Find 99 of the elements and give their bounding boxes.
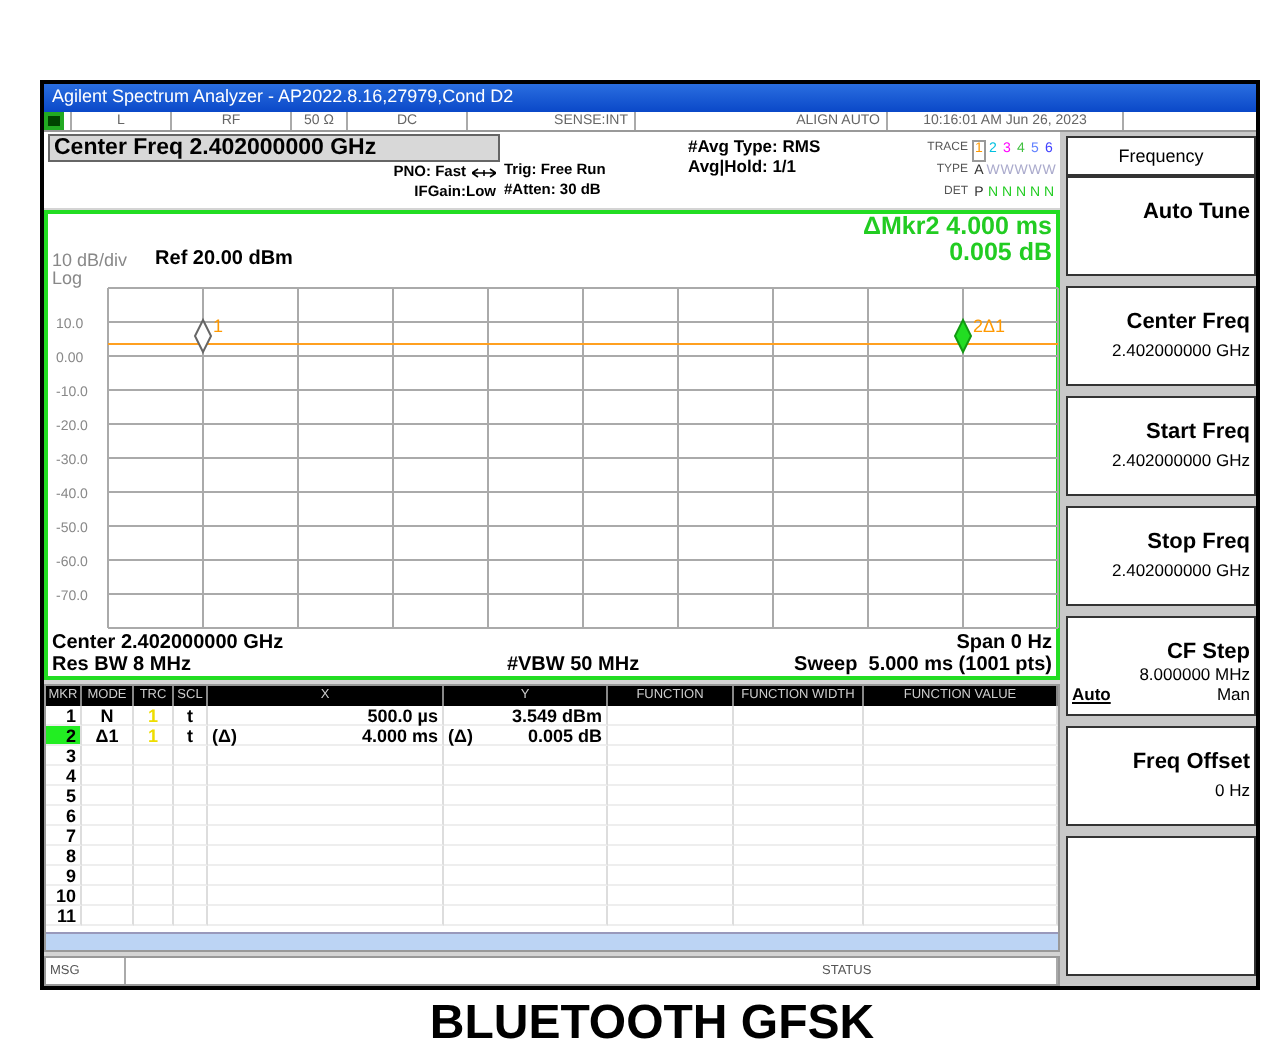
softkey[interactable] xyxy=(1066,836,1256,976)
table-cell xyxy=(734,845,864,866)
table-cell xyxy=(608,705,734,726)
avg-type-setting: #Avg Type: RMS xyxy=(688,136,821,156)
window-title: Agilent Spectrum Analyzer - AP2022.8.16,27979,Cond D2 xyxy=(44,84,1256,112)
table-cell xyxy=(734,785,864,806)
table-cell xyxy=(174,885,208,906)
marker-number[interactable]: 4 xyxy=(46,765,82,786)
table-cell xyxy=(608,825,734,846)
table-cell xyxy=(134,885,174,906)
table-cell xyxy=(608,885,734,906)
table-cell xyxy=(134,785,174,806)
rbw-label: Res BW 8 MHz xyxy=(52,653,193,676)
marker-label: 2Δ1 xyxy=(973,315,1006,336)
table-cell xyxy=(82,905,134,926)
table-cell xyxy=(174,785,208,806)
softkey[interactable]: Center Freq 2.402000000 GHz xyxy=(1066,286,1256,386)
table-cell xyxy=(608,785,734,806)
table-cell xyxy=(134,765,174,786)
table-cell xyxy=(608,745,734,766)
marker-diamond-icon xyxy=(193,317,213,354)
table-cell xyxy=(134,905,174,926)
arrows-icon xyxy=(472,167,496,177)
caption: BLUETOOTH GFSK xyxy=(427,996,877,1052)
marker-number[interactable]: 2 xyxy=(46,725,82,746)
marker-number[interactable]: 7 xyxy=(46,825,82,846)
table-cell xyxy=(608,845,734,866)
table-cell: Δ1 xyxy=(82,725,134,746)
span-label: Span 0 Hz xyxy=(956,631,1052,654)
table-cell xyxy=(82,765,134,786)
table-cell xyxy=(134,745,174,766)
table-cell xyxy=(608,805,734,826)
scale-label: 10 dB/div xyxy=(52,251,128,270)
table-cell xyxy=(608,725,734,746)
table-cell: 1 xyxy=(134,725,174,746)
log-label: Log xyxy=(52,269,85,288)
table-cell xyxy=(82,745,134,766)
softkey[interactable]: Start Freq 2.402000000 GHz xyxy=(1066,396,1256,496)
marker-number[interactable]: 3 xyxy=(46,745,82,766)
table-cell: 3.549 dBm xyxy=(444,705,608,726)
table-cell xyxy=(734,745,864,766)
marker-number[interactable]: 6 xyxy=(46,805,82,826)
table-cell xyxy=(82,845,134,866)
marker-number[interactable]: 10 xyxy=(46,885,82,906)
table-cell xyxy=(174,805,208,826)
marker-readout: 0.005 dB xyxy=(949,239,1052,266)
table-cell xyxy=(734,765,864,786)
table-cell xyxy=(134,845,174,866)
sweep-label: Sweep 5.000 ms (1001 pts) xyxy=(794,653,1052,676)
center-freq-field[interactable]: Center Freq 2.402000000 GHz xyxy=(48,134,500,162)
marker-diamond-icon xyxy=(953,317,973,354)
marker-readout: ΔMkr2 4.000 ms xyxy=(863,213,1052,240)
table-cell xyxy=(734,865,864,886)
table-cell xyxy=(734,725,864,746)
table-cell: t xyxy=(174,705,208,726)
softkey[interactable]: Stop Freq 2.402000000 GHz xyxy=(1066,506,1256,606)
table-cell: (Δ) 0.005 dB xyxy=(444,725,608,746)
softkey[interactable]: CF Step 8.000000 MHz Auto Man xyxy=(1066,616,1256,716)
avg-hold-setting: Avg|Hold: 1/1 xyxy=(688,156,799,176)
table-cell: N xyxy=(82,705,134,726)
table-cell xyxy=(174,845,208,866)
table-cell: t xyxy=(174,725,208,746)
marker-number[interactable]: 5 xyxy=(46,785,82,806)
lan-status-icon xyxy=(44,112,64,130)
table-cell xyxy=(82,785,134,806)
table-cell xyxy=(734,705,864,726)
softkey[interactable]: Auto Tune xyxy=(1066,176,1256,276)
table-cell xyxy=(174,905,208,926)
center-freq-label: Center 2.402000000 GHz xyxy=(52,631,284,654)
table-cell xyxy=(82,885,134,906)
table-cell: 500.0 µs xyxy=(208,705,444,726)
table-cell xyxy=(82,865,134,886)
table-cell xyxy=(608,865,734,886)
menu-title: Frequency xyxy=(1066,136,1256,176)
table-cell xyxy=(608,905,734,926)
marker-number[interactable]: 9 xyxy=(46,865,82,886)
table-cell xyxy=(174,865,208,886)
table-cell xyxy=(734,905,864,926)
ref-level: Ref 20.00 dBm xyxy=(155,247,293,270)
table-cell xyxy=(134,825,174,846)
marker-number[interactable]: 11 xyxy=(46,905,82,926)
table-cell: (Δ) 4.000 ms xyxy=(208,725,444,746)
table-cell xyxy=(734,825,864,846)
table-cell xyxy=(174,825,208,846)
table-cell xyxy=(608,765,734,786)
table-cell xyxy=(174,765,208,786)
vbw-label: #VBW 50 MHz xyxy=(506,653,640,676)
table-cell xyxy=(174,745,208,766)
table-cell xyxy=(82,825,134,846)
marker-label: 1 xyxy=(213,315,224,336)
table-cell xyxy=(134,805,174,826)
horizontal-scrollbar[interactable] xyxy=(46,932,1058,950)
softkey[interactable]: Freq Offset 0 Hz xyxy=(1066,726,1256,826)
table-cell xyxy=(734,805,864,826)
marker-number[interactable]: 8 xyxy=(46,845,82,866)
table-cell xyxy=(134,865,174,886)
table-cell xyxy=(734,885,864,906)
table-cell: 1 xyxy=(134,705,174,726)
table-cell xyxy=(82,805,134,826)
